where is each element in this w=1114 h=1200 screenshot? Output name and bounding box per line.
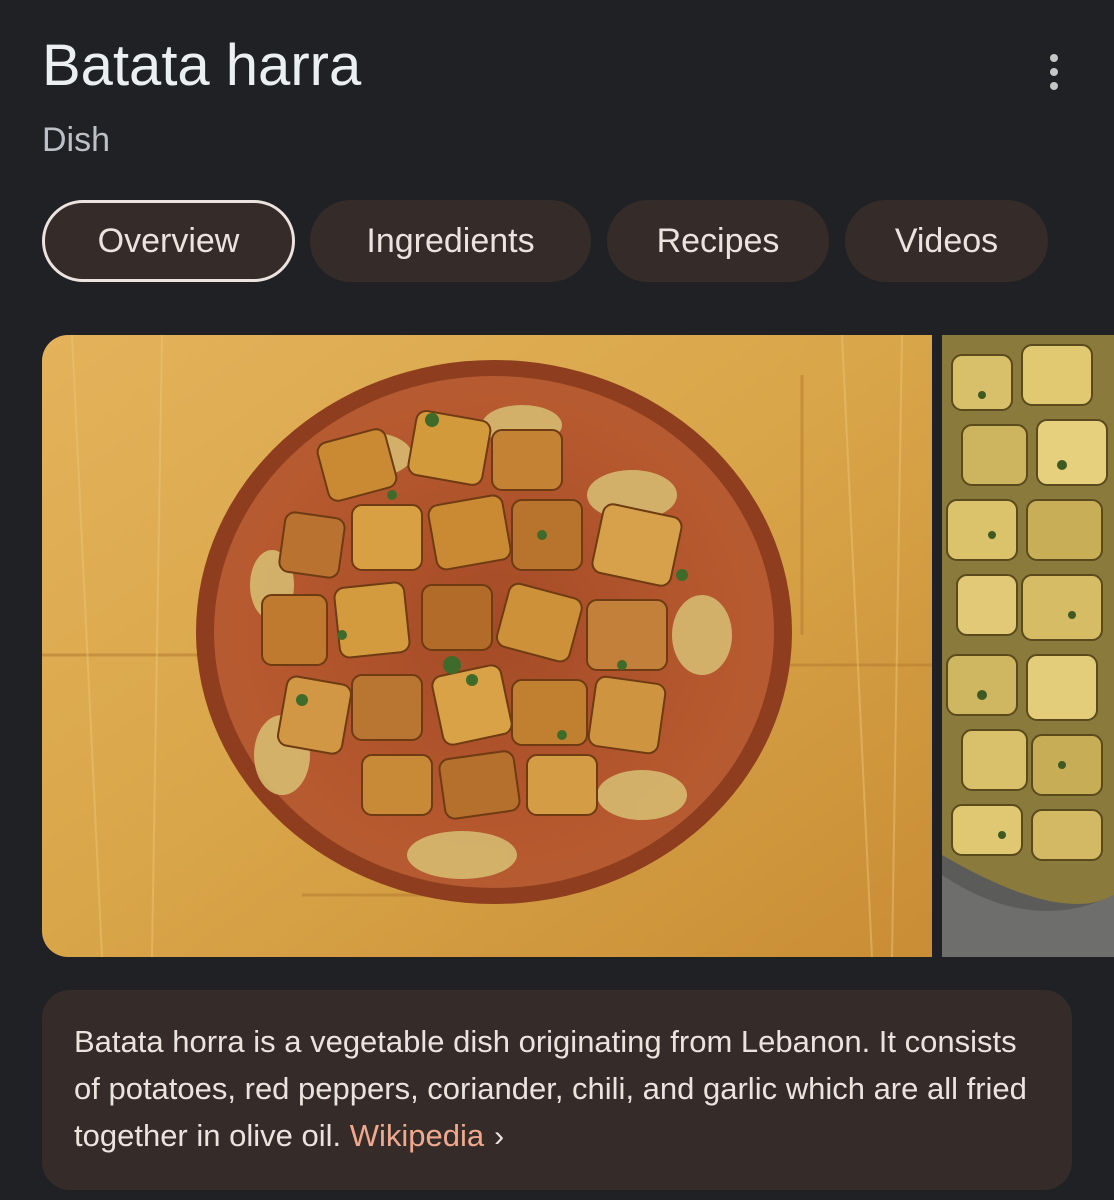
dot [1050, 68, 1058, 76]
wikipedia-link[interactable]: Wikipedia › [350, 1118, 504, 1153]
wikipedia-link-label: Wikipedia [349, 1118, 485, 1153]
entity-type: Dish [42, 121, 111, 159]
dot [1050, 82, 1058, 90]
description-body: Batata horra is a vegetable dish origina… [74, 1024, 1027, 1153]
more-vert-icon[interactable] [1030, 48, 1078, 96]
tab-videos[interactable]: Videos [845, 200, 1048, 282]
dot [1050, 54, 1058, 62]
tab-overview[interactable]: Overview [42, 200, 295, 282]
potato-pan-image[interactable] [942, 335, 1114, 957]
tab-recipes[interactable]: Recipes [607, 200, 829, 282]
description-card: Batata horra is a vegetable dish origina… [42, 990, 1072, 1190]
tab-ingredients[interactable]: Ingredients [310, 200, 591, 282]
page-title: Batata harra [42, 33, 362, 98]
tab-bar: Overview Ingredients Recipes Videos [0, 200, 1114, 284]
description-text: Batata horra is a vegetable dish origina… [74, 1018, 1040, 1160]
potato-bowl-image[interactable] [42, 335, 932, 957]
chevron-right-icon: › [494, 1120, 505, 1153]
